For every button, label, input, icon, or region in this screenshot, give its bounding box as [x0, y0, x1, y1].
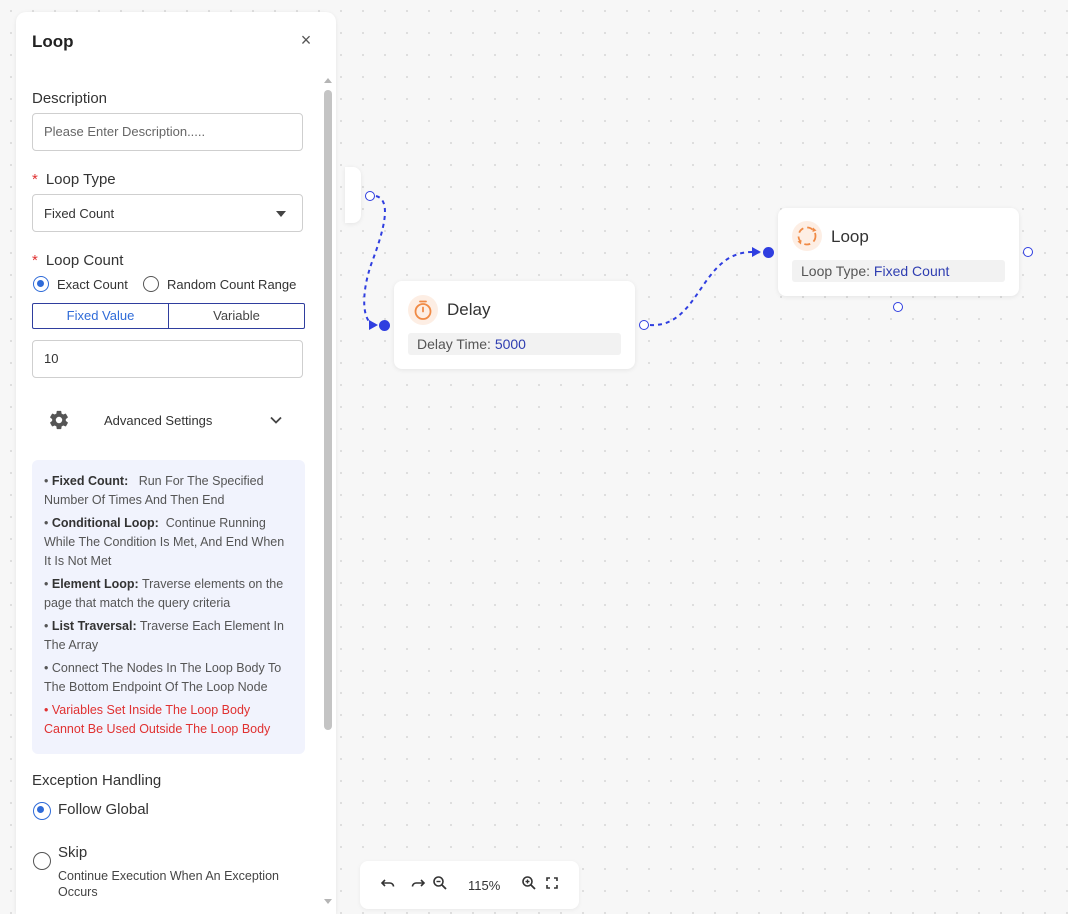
edge-start-to-delay: [363, 195, 386, 327]
caret-down-icon: [276, 211, 286, 217]
required-mark: *: [32, 171, 38, 188]
delay-node[interactable]: Delay Delay Time: 5000: [394, 281, 635, 369]
edge-delay-to-loop: [649, 251, 753, 327]
fullscreen-icon[interactable]: [542, 875, 562, 895]
info-item: • Fixed Count: Run For The Specified Num…: [44, 474, 264, 507]
output-port[interactable]: [1023, 247, 1033, 257]
info-item: • Element Loop: Traverse elements on the…: [44, 577, 284, 610]
zoom-in-icon[interactable]: [519, 875, 539, 895]
input-port[interactable]: [763, 247, 774, 258]
loop-settings-panel: Loop × Description * Loop Type Fixed Coun…: [16, 12, 336, 914]
value-source-tabs: Fixed Value Variable: [32, 303, 305, 329]
exception-handling-label: Exception Handling: [32, 772, 162, 789]
loop-type-value: Fixed Count: [44, 206, 115, 221]
exact-count-radio[interactable]: [33, 276, 49, 292]
info-item: • Conditional Loop: Continue Running Whi…: [44, 516, 285, 568]
edge-arrowhead: [752, 247, 761, 257]
node-property: Delay Time: 5000: [408, 333, 621, 355]
tab-fixed-value[interactable]: Fixed Value: [33, 304, 169, 328]
loop-count-input[interactable]: [32, 340, 303, 378]
info-item: • List Traversal: Traverse Each Element …: [44, 619, 284, 652]
loop-type-select[interactable]: Fixed Count: [32, 194, 303, 232]
property-value: Fixed Count: [873, 263, 950, 279]
undo-icon[interactable]: [378, 875, 398, 895]
node-property: Loop Type: Fixed Count: [792, 260, 1005, 282]
advanced-settings-label: Advanced Settings: [104, 413, 213, 428]
zoom-out-icon[interactable]: [430, 875, 450, 895]
edge-arrowhead: [369, 320, 378, 330]
advanced-settings-toggle[interactable]: Advanced Settings: [32, 402, 303, 438]
loop-count-label: * Loop Count: [32, 252, 123, 269]
scrollbar[interactable]: [322, 74, 334, 904]
random-count-range-radio[interactable]: [143, 276, 159, 292]
info-warning: • Variables Set Inside The Loop Body Can…: [44, 703, 271, 736]
input-port[interactable]: [379, 320, 390, 331]
random-count-range-label[interactable]: Random Count Range: [167, 277, 296, 292]
skip-description: Continue Execution When An Exception Occ…: [58, 869, 279, 899]
skip-radio[interactable]: [33, 852, 51, 870]
output-port[interactable]: [639, 320, 649, 330]
gear-icon: [48, 409, 70, 434]
info-item: • Connect The Nodes In The Loop Body To …: [44, 661, 282, 694]
redo-icon[interactable]: [408, 875, 428, 895]
loop-node[interactable]: Loop Loop Type: Fixed Count: [778, 208, 1019, 296]
tab-variable[interactable]: Variable: [169, 304, 304, 328]
description-label: Description: [32, 90, 108, 107]
loop-type-label-text: Loop Type: [45, 171, 116, 188]
node-title: Delay: [447, 300, 491, 319]
close-icon[interactable]: ×: [298, 30, 314, 50]
skip-label[interactable]: Skip: [58, 844, 87, 861]
loop-type-info-box: • Fixed Count: Run For The Specified Num…: [32, 460, 305, 754]
exact-count-label[interactable]: Exact Count: [57, 277, 128, 292]
panel-title: Loop: [32, 32, 74, 51]
description-input[interactable]: [32, 113, 303, 151]
loop-body-port[interactable]: [893, 302, 903, 312]
partial-node[interactable]: [345, 167, 361, 223]
chevron-down-icon: [269, 413, 283, 430]
scroll-down-icon[interactable]: [324, 899, 332, 904]
scroll-thumb[interactable]: [324, 90, 332, 730]
loop-type-label: * Loop Type: [32, 171, 116, 188]
property-label: Delay Time:: [417, 336, 491, 352]
property-value: 5000: [494, 336, 526, 352]
required-mark: *: [32, 252, 38, 269]
property-label: Loop Type:: [801, 263, 871, 279]
zoom-level: 115%: [468, 878, 501, 893]
loop-icon: [792, 221, 822, 251]
scroll-up-icon[interactable]: [324, 78, 332, 83]
node-title: Loop: [831, 227, 869, 246]
output-port[interactable]: [365, 191, 375, 201]
loop-count-label-text: Loop Count: [45, 252, 124, 269]
follow-global-label[interactable]: Follow Global: [58, 801, 149, 818]
timer-icon: [408, 295, 438, 325]
follow-global-radio[interactable]: [33, 802, 51, 820]
zoom-toolbar: 115%: [360, 861, 579, 909]
